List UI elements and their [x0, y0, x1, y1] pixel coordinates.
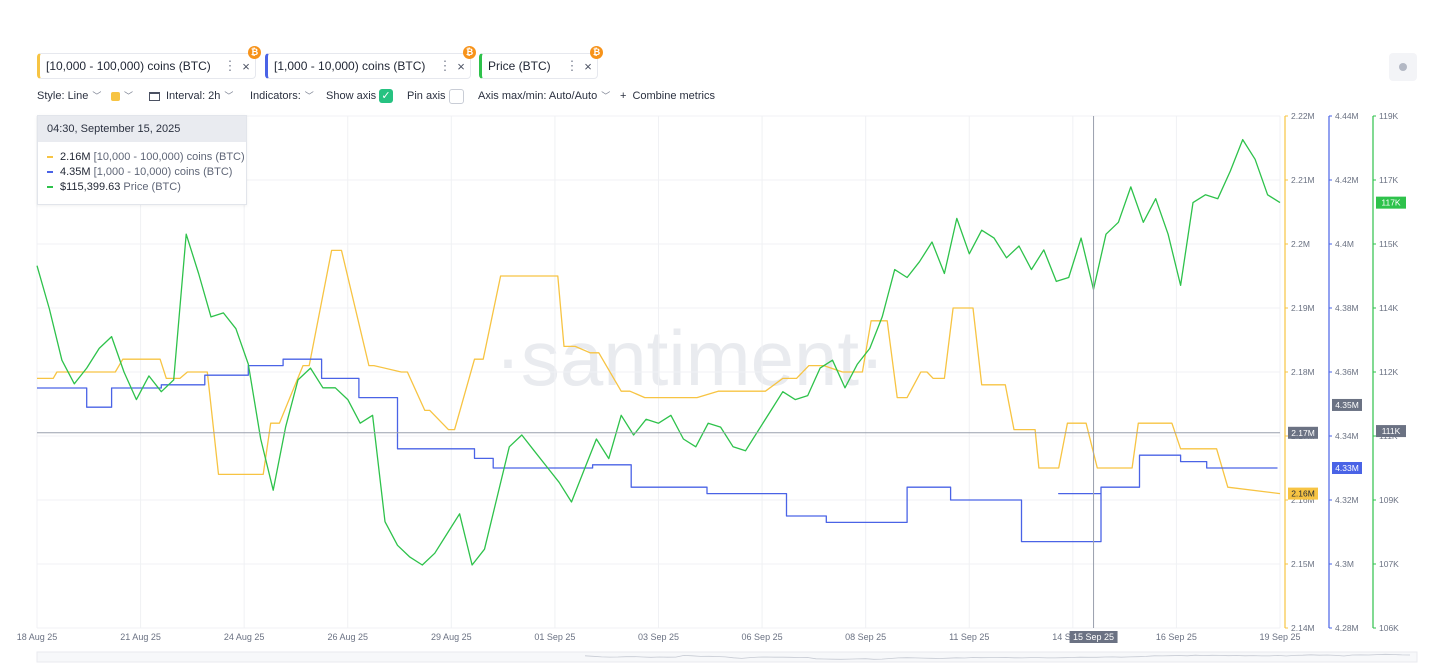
tooltip-date: 04:30, September 15, 2025 [38, 116, 246, 142]
x-tick-label: 29 Aug 25 [431, 632, 472, 642]
tooltip-series-name: [1,000 - 10,000) coins (BTC) [93, 166, 233, 178]
y-tick-label: 2.18M [1291, 367, 1315, 377]
y-tick-label: 2.15M [1291, 559, 1315, 569]
x-tick-label: 19 Sep 25 [1259, 632, 1300, 642]
x-tick-label: 06 Sep 25 [742, 632, 783, 642]
x-tick-label: 18 Aug 25 [17, 632, 58, 642]
tooltip-row: 2.16M [10,000 - 100,000) coins (BTC) [38, 150, 246, 165]
series-dash [47, 156, 53, 159]
y-tick-label: 4.38M [1335, 303, 1359, 313]
x-tick-label: 26 Aug 25 [327, 632, 368, 642]
tooltip-series-name: Price (BTC) [123, 181, 181, 193]
x-tick-label: 08 Sep 25 [845, 632, 886, 642]
crosshair-value-label: 4.35M [1335, 400, 1359, 410]
x-tick-label: 01 Sep 25 [534, 632, 575, 642]
y-tick-label: 4.36M [1335, 367, 1359, 377]
series-dash [47, 186, 53, 189]
y-tick-label: 4.34M [1335, 431, 1359, 441]
y-tick-label: 106K [1379, 623, 1399, 633]
x-tick-label: 21 Aug 25 [120, 632, 161, 642]
y-tick-label: 2.2M [1291, 239, 1310, 249]
x-tick-label: 03 Sep 25 [638, 632, 679, 642]
x-tick-label: 24 Aug 25 [224, 632, 265, 642]
y-tick-label: 4.3M [1335, 559, 1354, 569]
y-tick-label: 2.19M [1291, 303, 1315, 313]
x-tick-label: 11 Sep 25 [949, 632, 989, 642]
chart-canvas[interactable]: ·santiment· 2.22M 2.21M 2.2M 2.19M 2.18M 2.17… [0, 0, 1456, 668]
tooltip-row: $115,399.63 Price (BTC) [38, 180, 246, 195]
tooltip-value: 4.35M [60, 166, 91, 178]
y-tick-label: 115K [1379, 239, 1399, 249]
y-tick-label: 4.42M [1335, 175, 1359, 185]
y-tick-label: 4.4M [1335, 239, 1354, 249]
series-dash [47, 171, 53, 174]
y-tick-label: 117K [1379, 175, 1399, 185]
tooltip-series-name: [10,000 - 100,000) coins (BTC) [93, 151, 245, 163]
y-tick-label: 107K [1379, 559, 1399, 569]
watermark: ·santiment· [495, 314, 885, 402]
current-value-label: 2.16M [1291, 489, 1315, 499]
crosshair-value-label: 111K [1382, 426, 1401, 436]
tooltip-value: $115,399.63 [60, 181, 121, 193]
y-tick-label: 4.28M [1335, 623, 1359, 633]
tooltip-row: 4.35M [1,000 - 10,000) coins (BTC) [38, 165, 246, 180]
y-tick-label: 2.22M [1291, 111, 1315, 121]
y-tick-label: 119K [1379, 111, 1399, 121]
tooltip-value: 2.16M [60, 151, 91, 163]
y-tick-label: 109K [1379, 495, 1399, 505]
x-tick-label: 16 Sep 25 [1156, 632, 1197, 642]
y-tick-label: 4.44M [1335, 111, 1359, 121]
y-tick-label: 112K [1379, 367, 1399, 377]
crosshair-date-label: 15 Sep 25 [1073, 632, 1114, 642]
y-tick-label: 114K [1379, 303, 1399, 313]
y-tick-label: 4.32M [1335, 495, 1359, 505]
y-tick-label: 2.21M [1291, 175, 1315, 185]
current-value-label: 4.33M [1335, 463, 1359, 473]
current-value-label: 117K [1381, 198, 1401, 208]
crosshair-value-label: 2.17M [1291, 428, 1315, 438]
crosshair-tooltip: 04:30, September 15, 2025 2.16M [10,000 … [37, 115, 247, 205]
y-axes: 2.22M2.21M2.2M2.19M2.18M2.17M2.16M2.15M2… [1284, 111, 1406, 633]
timeline-scrollbar[interactable] [36, 651, 1418, 663]
